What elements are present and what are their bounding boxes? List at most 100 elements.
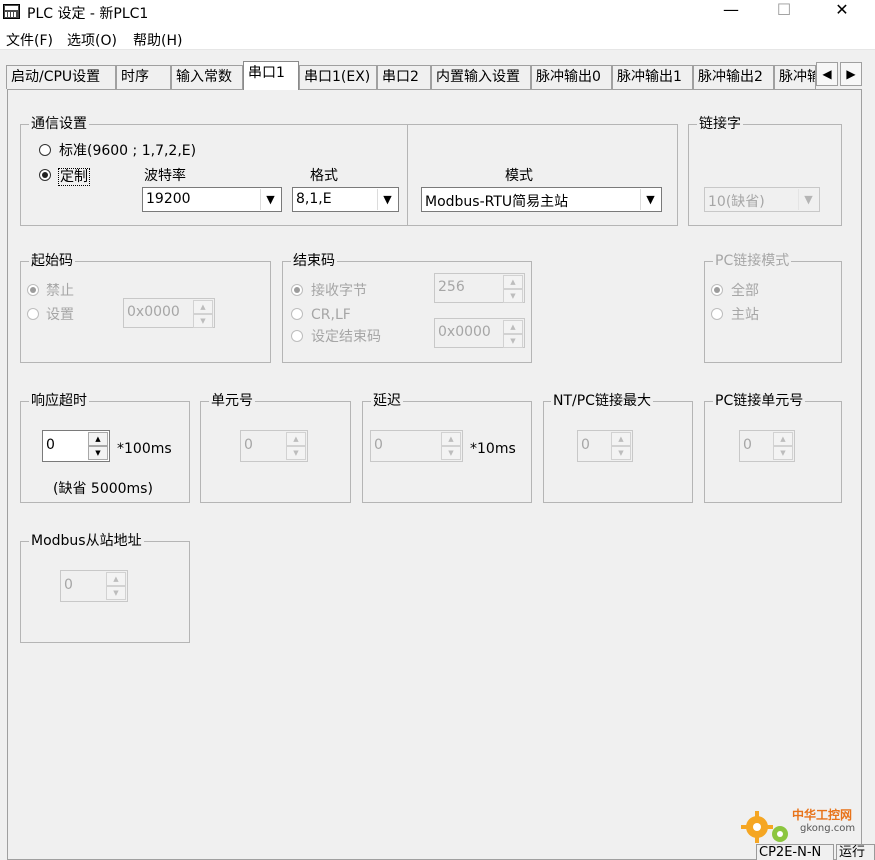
pc-link-unit-no-title: PC链接单元号 [713,393,806,409]
status-state: 运行 [836,844,875,860]
pc-link-master-radio[interactable] [711,308,723,320]
response-timeout-spin[interactable]: 0 ▲ ▼ [42,430,110,462]
mode-label: 模式 [505,168,533,184]
tab-startup-cpu[interactable]: 启动/CPU设置 [6,65,116,89]
tab-pulse-output-1[interactable]: 脉冲输出1 [612,65,693,89]
tab-pulse-output-2[interactable]: 脉冲输出2 [693,65,774,89]
spin-up-icon[interactable]: ▲ [611,432,631,446]
mode-select[interactable]: Modbus-RTU简易主站 ▼ [421,187,662,212]
end-code-receive-radio[interactable] [291,284,303,296]
chevron-down-icon: ▼ [377,189,397,210]
start-code-spin[interactable]: 0x0000 ▲ ▼ [123,298,215,328]
start-code-title: 起始码 [29,253,75,269]
pc-link-mode-group [704,261,842,363]
spin-up-icon[interactable]: ▲ [503,275,523,289]
pc-link-all-radio[interactable] [711,284,723,296]
watermark-site: 中华工控网 [792,808,853,822]
comm-mode-divider [407,124,408,226]
spin-down-icon[interactable]: ▼ [773,446,793,460]
tab-scroll-left-icon[interactable]: ◀ [816,62,838,86]
menu-bar: 文件(F) 选项(O) 帮助(H) [0,26,875,50]
tab-pulse-output-3[interactable]: 脉冲输 [774,65,816,89]
baud-rate-select[interactable]: 19200 ▼ [142,187,282,212]
format-label: 格式 [310,168,338,184]
start-code-set-radio[interactable] [27,308,39,320]
spin-down-icon[interactable]: ▼ [611,446,631,460]
tab-scroll-right-icon[interactable]: ▶ [840,62,862,86]
gear-icon [772,826,788,842]
custom-label: 定制 [58,168,90,186]
spin-up-icon[interactable]: ▲ [286,432,306,446]
spin-down-icon[interactable]: ▼ [441,446,461,460]
response-timeout-title: 响应超时 [29,393,89,409]
start-code-disable-label: 禁止 [46,283,74,299]
nt-pc-link-max-title: NT/PC链接最大 [551,393,653,409]
pc-link-unit-no-value: 0 [743,437,752,453]
end-code-set-radio[interactable] [291,330,303,342]
start-code-set-label: 设置 [46,307,74,323]
start-code-value: 0x0000 [127,304,180,320]
spin-up-icon[interactable]: ▲ [503,320,523,334]
tab-input-constants[interactable]: 输入常数 [171,65,243,89]
end-code-title: 结束码 [291,253,337,269]
end-code-bytes-value: 256 [438,279,465,295]
unit-no-spin[interactable]: 0 ▲ ▼ [240,430,308,462]
pc-link-all-label: 全部 [731,283,759,299]
spin-up-icon[interactable]: ▲ [88,432,108,446]
spin-down-icon[interactable]: ▼ [286,446,306,460]
close-button[interactable]: ✕ [819,0,865,24]
chevron-down-icon: ▼ [640,189,660,210]
baud-rate-label: 波特率 [144,168,186,184]
minimize-button[interactable]: — [708,0,754,24]
tab-serial-port-2[interactable]: 串口2 [377,65,431,89]
spin-up-icon[interactable]: ▲ [441,432,461,446]
modbus-slave-address-spin[interactable]: 0 ▲ ▼ [60,570,128,602]
end-code-set-label: 设定结束码 [311,329,381,345]
delay-value: 0 [374,437,383,453]
unit-no-title: 单元号 [209,393,255,409]
end-code-crlf-radio[interactable] [291,308,303,320]
plc-app-icon [3,4,20,19]
link-word-value: 10(缺省) [708,194,765,210]
delay-unit: *10ms [470,441,516,457]
standard-label: 标准(9600 ; 1,7,2,E) [59,143,197,159]
spin-down-icon[interactable]: ▼ [88,446,108,460]
delay-spin[interactable]: 0 ▲ ▼ [370,430,463,462]
mode-value: Modbus-RTU简易主站 [425,194,569,210]
spin-up-icon[interactable]: ▲ [773,432,793,446]
spin-up-icon[interactable]: ▲ [106,572,126,586]
spin-down-icon[interactable]: ▼ [503,289,523,303]
tab-timing[interactable]: 时序 [116,65,171,89]
tab-strip: 启动/CPU设置 时序 输入常数 串口1 串口1(EX) 串口2 内置输入设置 … [6,60,866,90]
spin-up-icon[interactable]: ▲ [193,300,213,314]
delay-title: 延迟 [371,393,403,409]
link-word-select[interactable]: 10(缺省) ▼ [704,187,820,212]
tab-serial-port-1[interactable]: 串口1 [243,61,299,90]
maximize-button[interactable]: ☐ [761,0,807,24]
spin-down-icon[interactable]: ▼ [503,334,523,348]
menu-file[interactable]: 文件(F) [6,30,53,50]
pc-link-unit-no-spin[interactable]: 0 ▲ ▼ [739,430,795,462]
tab-builtin-input[interactable]: 内置输入设置 [431,65,531,89]
comm-settings-title: 通信设置 [29,116,89,132]
response-timeout-value: 0 [46,437,55,453]
status-model: CP2E-N-N [756,844,834,860]
menu-options[interactable]: 选项(O) [67,30,117,50]
tab-serial-port-1-ex[interactable]: 串口1(EX) [299,65,377,89]
spin-down-icon[interactable]: ▼ [106,586,126,600]
pc-link-master-label: 主站 [731,307,759,323]
end-code-bytes-spin[interactable]: 256 ▲ ▼ [434,273,525,303]
tab-pulse-output-0[interactable]: 脉冲输出0 [531,65,612,89]
chevron-down-icon: ▼ [260,189,280,210]
end-code-receive-label: 接收字节 [311,283,367,299]
custom-radio[interactable] [39,169,51,181]
start-code-disable-radio[interactable] [27,284,39,296]
end-code-value: 0x0000 [438,324,491,340]
spin-down-icon[interactable]: ▼ [193,314,213,328]
format-select[interactable]: 8,1,E ▼ [292,187,399,212]
end-code-crlf-label: CR,LF [311,307,351,323]
nt-pc-link-max-spin[interactable]: 0 ▲ ▼ [577,430,633,462]
standard-radio[interactable] [39,144,51,156]
menu-help[interactable]: 帮助(H) [133,30,182,50]
end-code-value-spin[interactable]: 0x0000 ▲ ▼ [434,318,525,348]
